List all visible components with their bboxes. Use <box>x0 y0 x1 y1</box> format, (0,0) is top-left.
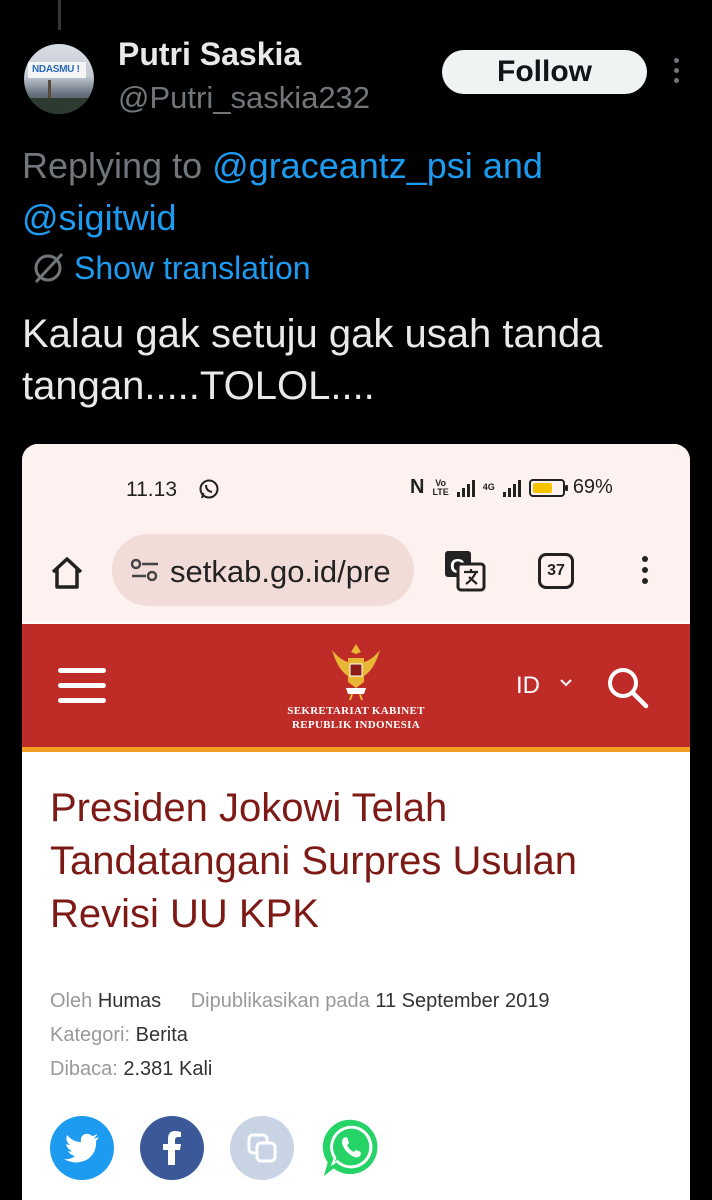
copy-link-icon <box>247 1133 277 1163</box>
signal-icon-2 <box>502 479 521 497</box>
avatar[interactable]: NDASMU ! <box>24 44 94 114</box>
show-translation-link[interactable]: Show translation <box>30 248 311 288</box>
headline-line: Tandatangani Surpres Usulan <box>50 839 578 883</box>
share-twitter-button[interactable] <box>50 1116 114 1180</box>
category-label: Kategori: <box>50 1024 131 1046</box>
share-copy-link-button[interactable] <box>230 1116 294 1180</box>
site-settings-icon[interactable] <box>130 558 160 582</box>
whatsapp-notification-icon <box>199 479 219 499</box>
site-name-line: SEKRETARIAT KABINET <box>287 705 425 717</box>
address-bar[interactable]: setkab.go.id/pre <box>112 534 414 606</box>
reply-and: and <box>482 145 543 186</box>
share-whatsapp-button[interactable] <box>320 1116 384 1180</box>
language-selector[interactable]: ID <box>516 672 540 700</box>
reply-user-link-2[interactable]: @sigitwid <box>22 197 177 238</box>
tweet-text: Kalau gak setuju gak usah tanda tangan..… <box>22 308 692 412</box>
google-translate-icon[interactable]: G <box>442 548 488 594</box>
chevron-down-icon[interactable] <box>558 674 574 690</box>
published-label: Dipublikasikan pada <box>190 990 370 1012</box>
search-icon[interactable] <box>604 664 650 710</box>
follow-button[interactable]: Follow <box>442 50 647 94</box>
whatsapp-icon <box>322 1119 378 1177</box>
status-time: 11.13 <box>126 478 177 501</box>
battery-percent: 69% <box>572 476 613 498</box>
headline-line: Revisi UU KPK <box>50 892 319 936</box>
more-options-icon[interactable] <box>666 58 686 88</box>
network-type-label: 4G <box>482 482 495 492</box>
volte-icon: Vo LTE <box>432 477 449 497</box>
article-headline: Presiden Jokowi Telah Tandatangani Surpr… <box>50 782 670 941</box>
url-text: setkab.go.id/pre <box>170 554 391 589</box>
reads-value: 2.381 Kali <box>123 1058 213 1080</box>
headline-line: Presiden Jokowi Telah <box>50 786 448 830</box>
signal-icon <box>456 479 475 497</box>
published-date: 11 September 2019 <box>375 990 550 1012</box>
site-name-line: REPUBLIK INDONESIA <box>292 719 420 731</box>
avatar-sign: NDASMU ! <box>28 62 86 78</box>
browser-menu-icon[interactable] <box>640 556 650 589</box>
avatar-ground <box>24 98 94 114</box>
thread-connector-line <box>58 0 61 30</box>
translate-icon <box>34 252 64 284</box>
tweet-text-line: tangan.....TOLOL.... <box>22 364 375 408</box>
status-indicators: N Vo LTE 4G 69% <box>410 476 613 499</box>
facebook-icon <box>163 1131 181 1165</box>
replying-to: Replying to @graceantz_psi and @sigitwid <box>22 140 692 244</box>
category-value: Berita <box>135 1024 188 1046</box>
show-translation-label: Show translation <box>74 249 311 286</box>
article-category: Kategori: Berita <box>50 1024 188 1047</box>
browser-toolbar: setkab.go.id/pre G 37 <box>22 534 690 622</box>
replying-prefix: Replying to <box>22 145 203 186</box>
tab-switcher-button[interactable]: 37 <box>538 553 574 589</box>
battery-level <box>532 482 553 493</box>
share-facebook-button[interactable] <box>140 1116 204 1180</box>
article-read-count: Dibaca: 2.381 Kali <box>50 1058 212 1081</box>
author-name[interactable]: Putri Saskia <box>118 36 301 73</box>
menu-icon[interactable] <box>58 668 106 713</box>
tweet-media-image[interactable]: 11.13 N Vo LTE 4G 69% setkab.go.id/pre 3… <box>22 444 690 1200</box>
author-handle[interactable]: @Putri_saskia232 <box>118 80 370 116</box>
article-author: Humas <box>97 990 162 1012</box>
author-label: Oleh <box>50 990 93 1012</box>
home-icon[interactable] <box>48 554 86 592</box>
reads-label: Dibaca: <box>50 1058 118 1080</box>
garuda-emblem-icon <box>332 644 380 701</box>
article-byline: Oleh Humas Dipublikasikan pada 11 Septem… <box>50 990 550 1013</box>
battery-icon <box>528 478 568 497</box>
tweet-text-line: Kalau gak setuju gak usah tanda <box>22 312 603 356</box>
twitter-icon <box>64 1133 99 1163</box>
reply-user-link-1[interactable]: @graceantz_psi <box>212 145 473 186</box>
site-header: SEKRETARIAT KABINET REPUBLIK INDONESIA I… <box>22 624 690 752</box>
site-name: SEKRETARIAT KABINET REPUBLIK INDONESIA <box>276 704 436 732</box>
nfc-icon: N <box>410 476 425 498</box>
phone-status-bar: 11.13 N Vo LTE 4G 69% <box>22 444 690 534</box>
